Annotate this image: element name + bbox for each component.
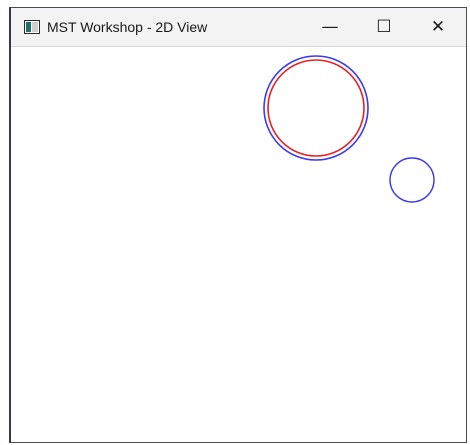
drawing-surface[interactable]: [11, 47, 467, 443]
small-blue-circle: [389, 157, 435, 203]
minimize-icon: —: [321, 16, 339, 37]
app-window: MST Workshop - 2D View — ☐ ✕: [9, 7, 467, 443]
desktop: MST Workshop - 2D View — ☐ ✕: [0, 0, 470, 445]
title-bar[interactable]: MST Workshop - 2D View — ☐ ✕: [11, 8, 466, 46]
large-blue-circle: [263, 55, 369, 161]
window-title: MST Workshop - 2D View: [47, 19, 208, 35]
close-button[interactable]: ✕: [415, 8, 461, 46]
minimize-button[interactable]: —: [307, 8, 353, 46]
maximize-icon: ☐: [376, 16, 392, 37]
maximize-button[interactable]: ☐: [361, 8, 407, 46]
large-red-circle: [267, 59, 365, 157]
2d-view-canvas[interactable]: [11, 46, 467, 443]
app-window-icon: [24, 20, 40, 34]
close-icon: ✕: [430, 16, 446, 37]
